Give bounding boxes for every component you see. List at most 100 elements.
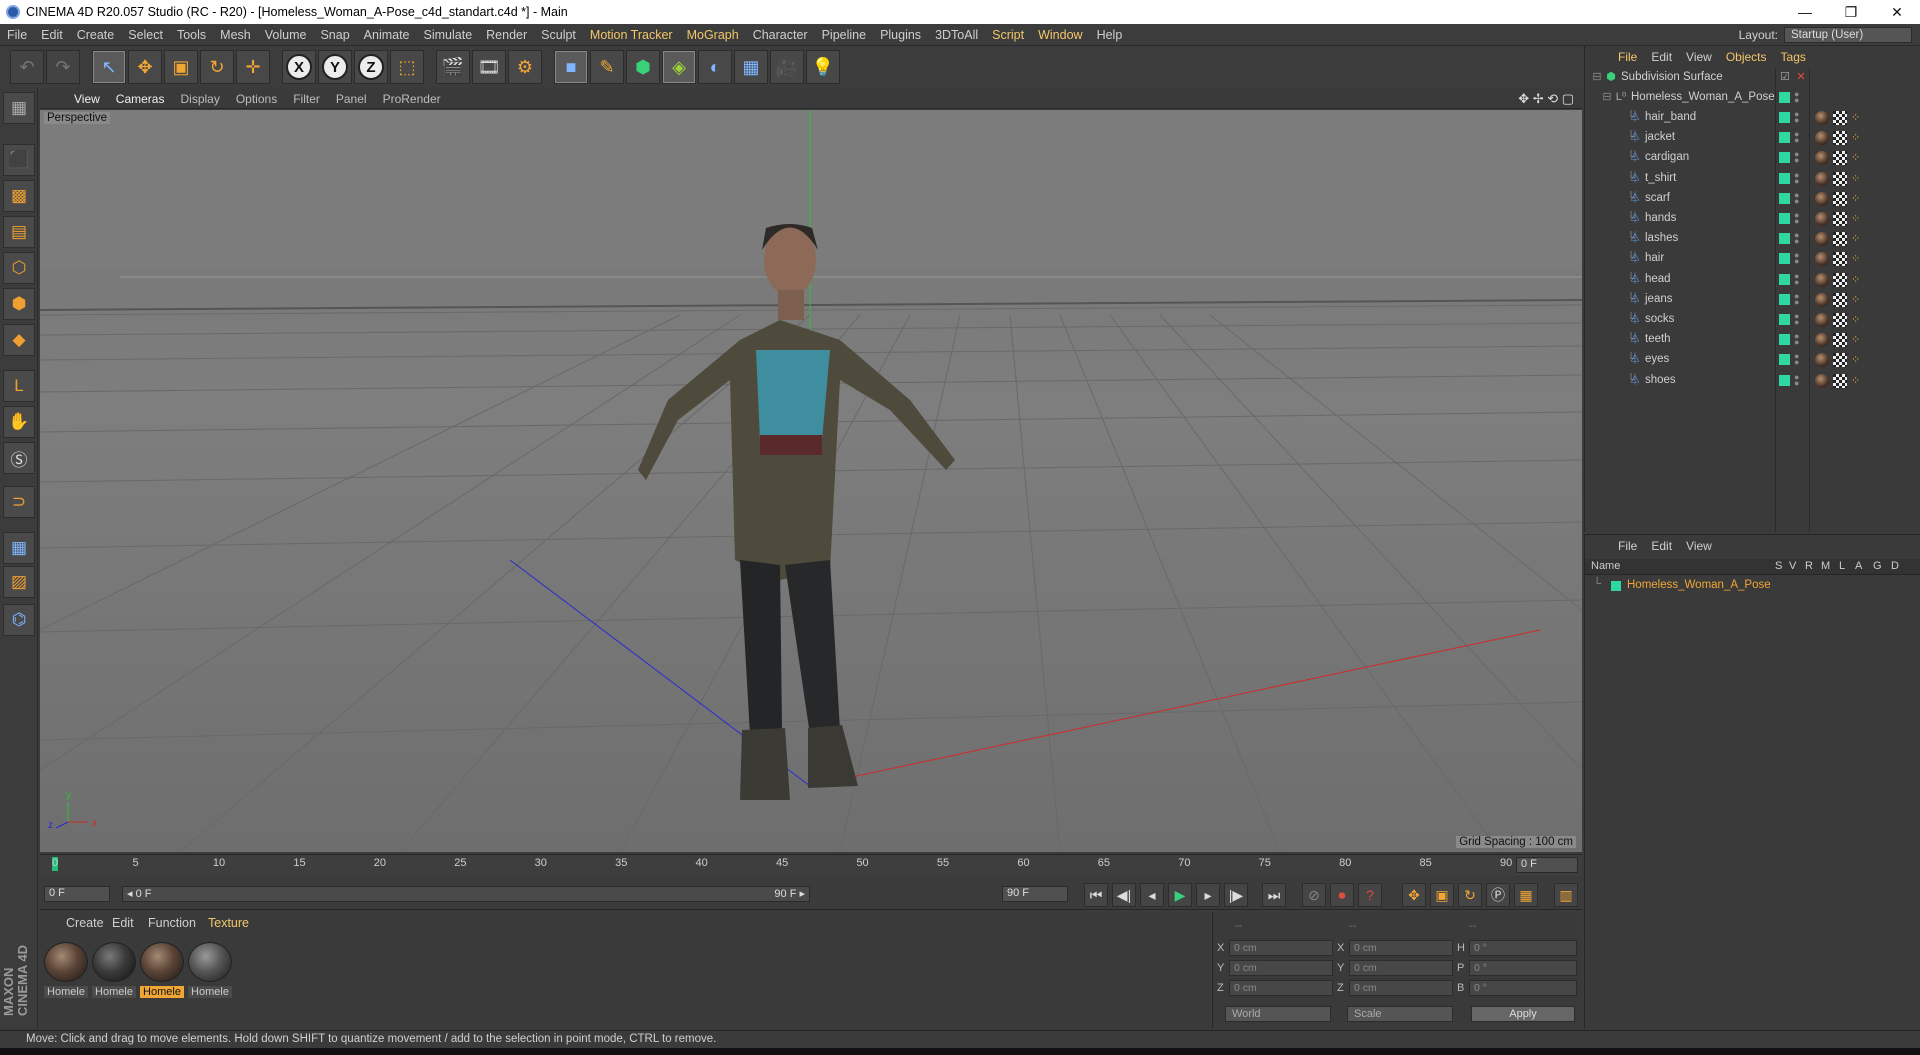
phong-tag-icon[interactable]: ⁘ [1851, 111, 1865, 125]
viewport-menu-panel[interactable]: Panel [328, 92, 375, 106]
object-name[interactable]: jeans [1645, 293, 1673, 305]
coordinate-space-select[interactable]: World [1225, 1006, 1331, 1022]
menu-edit[interactable]: Edit [34, 28, 70, 42]
viewport-menu-options[interactable]: Options [228, 92, 285, 106]
layer-color-chip[interactable] [1779, 354, 1790, 366]
material-tag-icon[interactable] [1815, 111, 1829, 125]
uvw-tag-icon[interactable] [1833, 191, 1847, 206]
viewport-menu-display[interactable]: Display [172, 92, 227, 106]
uvw-tag-icon[interactable] [1833, 272, 1847, 287]
autokey-help-button[interactable]: ? [1358, 883, 1382, 907]
object-row-subdivision-surface[interactable]: ⊟ ⬢ Subdivision Surface ☑ ✕ [1585, 68, 1920, 88]
rotation-h-field[interactable]: 0 ° [1469, 940, 1577, 956]
material-tag-icon[interactable] [1815, 292, 1829, 307]
material-tag-icon[interactable] [1815, 151, 1829, 166]
visibility-dots-icon[interactable]: ● ● [1794, 312, 1799, 327]
menu-snap[interactable]: Snap [313, 28, 356, 42]
texture-mode-button[interactable]: ▩ [3, 180, 35, 212]
material-label-4[interactable]: Homele [188, 986, 232, 998]
viewport-menu-prorender[interactable]: ProRender [375, 92, 449, 106]
key-parameter-button[interactable]: Ⓟ [1486, 883, 1510, 907]
record-disabled-button[interactable]: ⊘ [1302, 883, 1326, 907]
viewport-menu-cameras[interactable]: Cameras [108, 92, 173, 106]
menu-create[interactable]: Create [70, 28, 122, 42]
material-menu-function[interactable]: Function [148, 916, 196, 930]
object-name[interactable]: hair_band [1645, 111, 1696, 123]
z-axis-button[interactable]: Z [354, 50, 388, 84]
material-swatch-1[interactable] [44, 942, 88, 982]
go-to-end-button[interactable]: ⏭ [1262, 883, 1286, 907]
object-name[interactable]: shoes [1645, 374, 1676, 386]
workplane-button[interactable]: ▦ [3, 532, 35, 564]
coordinate-system-button[interactable]: ⬚ [390, 50, 424, 84]
size-z-field[interactable]: 0 cm [1349, 980, 1453, 996]
object-name[interactable]: t_shirt [1645, 172, 1676, 184]
phong-tag-icon[interactable]: ⁘ [1851, 232, 1865, 246]
material-tag-icon[interactable] [1815, 353, 1829, 368]
visibility-dots-icon[interactable]: ● ● [1794, 150, 1799, 165]
menu-file[interactable]: File [0, 28, 34, 42]
x-axis-button[interactable]: X [282, 50, 316, 84]
key-scale-button[interactable]: ▣ [1430, 883, 1454, 907]
object-row-jeans[interactable]: └ ⏃ jeans ● ● ⁘ [1585, 290, 1920, 310]
material-menu-texture[interactable]: Texture [208, 916, 249, 930]
visibility-dots-icon[interactable]: ● ● [1794, 372, 1799, 387]
material-tag-icon[interactable] [1815, 232, 1829, 247]
uvw-tag-icon[interactable] [1833, 212, 1847, 226]
current-frame-field[interactable]: 0 F [1516, 857, 1578, 873]
material-menu-create[interactable]: Create [66, 916, 104, 930]
material-menu-edit[interactable]: Edit [112, 916, 134, 930]
maximize-button[interactable]: ❐ [1828, 4, 1874, 21]
layers-menu-view[interactable]: View [1679, 539, 1719, 553]
phong-tag-icon[interactable]: ⁘ [1851, 172, 1865, 186]
object-name[interactable]: head [1645, 273, 1671, 285]
locked-workplane-button[interactable]: ▨ [3, 566, 35, 598]
polygons-mode-button[interactable]: ◆ [3, 324, 35, 356]
pen-tool-button[interactable]: ✎ [590, 50, 624, 84]
object-name[interactable]: Homeless_Woman_A_Pose [1631, 91, 1775, 103]
uvw-tag-icon[interactable] [1833, 333, 1847, 348]
menu-plugins[interactable]: Plugins [873, 28, 928, 42]
position-x-field[interactable]: 0 cm [1229, 940, 1333, 956]
go-to-start-button[interactable]: ⏮ [1084, 883, 1108, 907]
last-tool-button[interactable]: ✛ [236, 50, 270, 84]
material-tag-icon[interactable] [1815, 373, 1829, 388]
layout-select[interactable]: Startup (User) [1784, 26, 1912, 43]
environment-button[interactable]: ◐ [698, 50, 732, 84]
model-mode-button[interactable]: ⬛ [3, 144, 35, 176]
menu-window[interactable]: Window [1031, 28, 1089, 42]
layer-color-chip[interactable] [1779, 132, 1790, 144]
menu-tools[interactable]: Tools [170, 28, 213, 42]
scale-tool-button[interactable]: ▣ [164, 50, 198, 84]
size-y-field[interactable]: 0 cm [1349, 960, 1453, 976]
menu-character[interactable]: Character [746, 28, 815, 42]
menu-simulate[interactable]: Simulate [417, 28, 480, 42]
position-z-field[interactable]: 0 cm [1229, 980, 1333, 996]
uvw-tag-icon[interactable] [1833, 131, 1847, 146]
object-row-lashes[interactable]: └ ⏃ lashes ● ● ⁘ [1585, 229, 1920, 249]
timeline-window-button[interactable]: ▥ [1554, 883, 1578, 907]
menu-mesh[interactable]: Mesh [213, 28, 258, 42]
layer-color-chip[interactable] [1779, 334, 1790, 346]
material-label-3-selected[interactable]: Homele [140, 986, 184, 998]
cube-object-button[interactable]: ■ [554, 50, 588, 84]
layer-color-chip[interactable] [1779, 92, 1790, 103]
material-tag-icon[interactable] [1815, 171, 1829, 186]
snap-button[interactable]: ⊃ [3, 486, 35, 518]
position-y-field[interactable]: 0 cm [1229, 960, 1333, 976]
undo-button[interactable]: ↶ [10, 50, 44, 84]
phong-tag-icon[interactable]: ⁘ [1851, 273, 1865, 287]
object-row-hair[interactable]: └ ⏃ hair ● ● ⁘ [1585, 249, 1920, 269]
menu-motion-tracker[interactable]: Motion Tracker [583, 28, 680, 42]
key-rotation-button[interactable]: ↻ [1458, 883, 1482, 907]
visibility-dots-icon[interactable]: ● ● [1794, 110, 1799, 125]
layer-color-chip[interactable] [1779, 293, 1790, 305]
scene-button[interactable]: ▦ [734, 50, 768, 84]
layer-name[interactable]: Homeless_Woman_A_Pose [1627, 579, 1771, 591]
material-label-2[interactable]: Homele [92, 986, 136, 998]
phong-tag-icon[interactable]: ⁘ [1851, 252, 1865, 266]
rotate-tool-button[interactable]: ↻ [200, 50, 234, 84]
frame-range-slider[interactable]: ◂ 0 F 90 F ▸ [122, 886, 810, 902]
uvw-tag-icon[interactable] [1833, 353, 1847, 368]
apply-button[interactable]: Apply [1471, 1006, 1575, 1022]
